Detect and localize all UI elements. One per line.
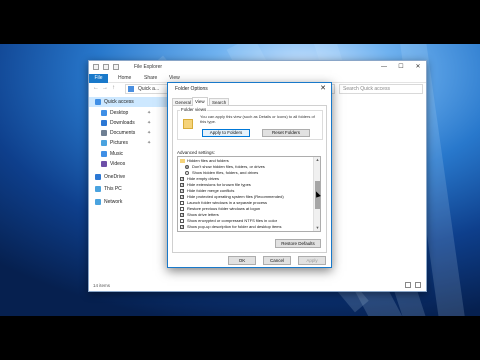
- nav-item-label: Pictures: [110, 140, 129, 146]
- folder-icon: [180, 159, 185, 163]
- new-folder-icon[interactable]: [113, 64, 119, 70]
- nav-item-label: This PC: [104, 186, 122, 192]
- dialog-title: Folder Options: [175, 86, 208, 92]
- pin-icon[interactable]: ✦: [147, 128, 151, 138]
- folder-icon: [93, 64, 99, 70]
- quick-access-icon: [128, 86, 134, 92]
- checkmark-icon: ✓: [181, 176, 185, 181]
- scroll-down-icon[interactable]: ▼: [314, 225, 320, 231]
- screen: File Explorer — ☐ ✕ File Home Share View…: [0, 0, 480, 360]
- nav-item[interactable]: Quick access: [89, 97, 167, 107]
- up-icon[interactable]: ↑: [112, 85, 115, 91]
- nav-item-label: Documents: [110, 130, 136, 136]
- explorer-titlebar[interactable]: File Explorer — ☐ ✕: [89, 61, 426, 74]
- nav-item-label: Desktop: [110, 110, 129, 116]
- scroll-up-icon[interactable]: ▲: [314, 157, 320, 163]
- pin-icon[interactable]: ✦: [147, 118, 151, 128]
- dialog-close-button[interactable]: ✕: [317, 83, 329, 94]
- checkbox[interactable]: [180, 207, 184, 211]
- search-input[interactable]: Search Quick access: [339, 84, 423, 94]
- minimize-button[interactable]: —: [376, 61, 392, 74]
- documents-icon: [101, 130, 107, 136]
- nav-item-label: OneDrive: [104, 174, 126, 180]
- ok-button[interactable]: OK: [228, 256, 256, 265]
- folder-icon: [183, 119, 193, 129]
- checkbox[interactable]: ✓: [180, 194, 185, 199]
- checkmark-icon: ✓: [181, 188, 185, 193]
- setting-item[interactable]: ✓ Show pop-up description for folder and …: [178, 224, 310, 230]
- large-icons-view-icon[interactable]: [415, 282, 421, 288]
- apply-to-folders-button[interactable]: Apply to Folders: [202, 129, 250, 137]
- cloud-icon: [95, 174, 101, 180]
- videos-icon: [101, 161, 107, 167]
- nav-item-label: Network: [104, 199, 123, 205]
- nav-item[interactable]: This PC: [89, 184, 167, 194]
- radio-button[interactable]: [185, 165, 189, 169]
- letterbox-bottom: [0, 316, 480, 360]
- computer-icon: [95, 186, 101, 192]
- checkmark-icon: ✓: [181, 194, 185, 199]
- tab-home[interactable]: Home: [118, 74, 131, 83]
- tab-share[interactable]: Share: [144, 74, 157, 83]
- close-button[interactable]: ✕: [410, 61, 426, 74]
- folder-views-group: Folder views You can apply this view (su…: [177, 107, 323, 140]
- properties-icon[interactable]: [103, 64, 109, 70]
- checkbox[interactable]: ✓: [180, 224, 185, 229]
- checkbox[interactable]: ✓: [180, 212, 185, 217]
- checkbox[interactable]: ✓: [180, 176, 185, 181]
- network-icon: [95, 199, 101, 205]
- pin-icon[interactable]: ✦: [147, 108, 151, 118]
- music-icon: [101, 151, 107, 157]
- download-icon: [101, 120, 107, 126]
- address-path: Quick a...: [138, 86, 160, 92]
- reset-folders-button[interactable]: Reset Folders: [262, 129, 310, 137]
- advanced-settings-list[interactable]: ▲ ▼ Hidden files and folders Don't show h…: [177, 156, 321, 232]
- radio-button[interactable]: [185, 171, 189, 175]
- maximize-button[interactable]: ☐: [393, 61, 409, 74]
- folder-views-label: Folder views: [180, 107, 208, 112]
- apply-button[interactable]: Apply: [298, 256, 326, 265]
- checkmark-icon: ✓: [181, 182, 185, 187]
- back-icon[interactable]: ←: [93, 85, 99, 91]
- advanced-settings-label: Advanced settings:: [177, 150, 216, 155]
- nav-item[interactable]: Videos: [89, 159, 167, 169]
- nav-item[interactable]: OneDrive: [89, 172, 167, 182]
- nav-item-label: Quick access: [104, 99, 134, 105]
- nav-item[interactable]: Music: [89, 149, 167, 159]
- window-title: File Explorer: [134, 64, 163, 70]
- pictures-icon: [101, 140, 107, 146]
- nav-item-label: Music: [110, 151, 124, 157]
- cancel-button[interactable]: Cancel: [263, 256, 291, 265]
- nav-item[interactable]: Network: [89, 197, 167, 207]
- checkbox[interactable]: ✓: [180, 188, 185, 193]
- nav-item[interactable]: Pictures ✦: [89, 138, 167, 148]
- details-view-icon[interactable]: [405, 282, 411, 288]
- folder-views-description: You can apply this view (such as Details…: [200, 114, 315, 124]
- letterbox-top: [0, 0, 480, 44]
- folder-options-dialog: Folder Options ✕ General View Search Fol…: [167, 82, 332, 268]
- restore-defaults-button[interactable]: Restore Defaults: [275, 239, 321, 248]
- checkmark-icon: ✓: [181, 224, 185, 229]
- navigation-pane: Quick access Desktop ✦ Downloads ✦ Documents ✦…: [89, 97, 169, 277]
- view-tab-panel: Folder views You can apply this view (su…: [172, 105, 327, 253]
- tab-file[interactable]: File: [89, 74, 108, 83]
- pin-icon[interactable]: ✦: [147, 138, 151, 148]
- nav-item[interactable]: Downloads ✦: [89, 118, 167, 128]
- star-icon: [95, 99, 101, 105]
- qa-dropdown-icon[interactable]: [123, 64, 127, 70]
- desktop-icon: [101, 110, 107, 116]
- checkbox[interactable]: [180, 201, 184, 205]
- checkbox[interactable]: [180, 219, 184, 223]
- checkmark-icon: ✓: [181, 212, 185, 217]
- nav-item[interactable]: Documents ✦: [89, 128, 167, 138]
- nav-item-label: Downloads: [110, 120, 135, 126]
- forward-icon[interactable]: →: [102, 85, 108, 91]
- setting-label: Show pop-up description for folder and d…: [187, 224, 282, 229]
- tab-view[interactable]: View: [192, 97, 208, 106]
- status-item-count: 14 items: [93, 283, 111, 288]
- nav-item-label: Videos: [110, 161, 126, 167]
- checkbox[interactable]: ✓: [180, 182, 185, 187]
- nav-item[interactable]: Desktop ✦: [89, 108, 167, 118]
